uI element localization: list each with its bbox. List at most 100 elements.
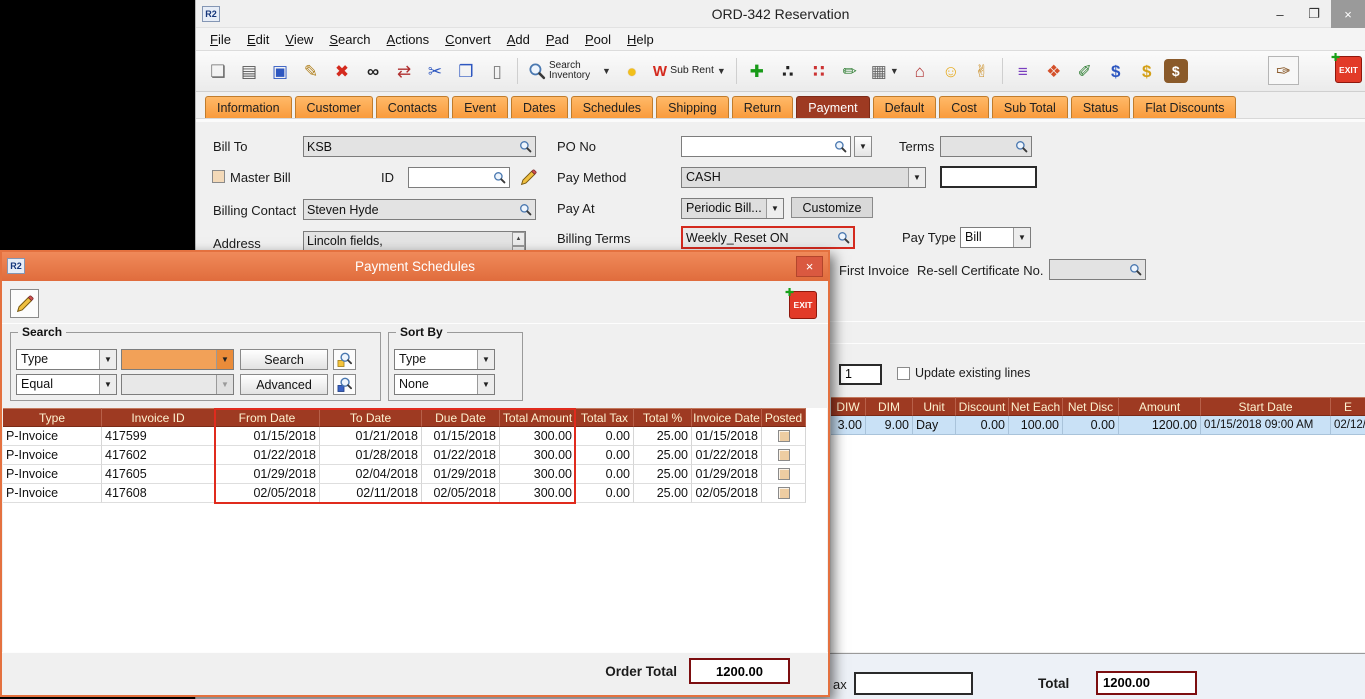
- column-header-to-date[interactable]: To Date: [320, 408, 422, 427]
- billing-contact-field[interactable]: Steven Hyde: [303, 199, 536, 220]
- purse-icon[interactable]: $: [1164, 59, 1188, 83]
- cell[interactable]: 300.00: [500, 465, 576, 484]
- cell[interactable]: 0.00: [576, 484, 634, 503]
- cell[interactable]: 300.00: [500, 446, 576, 465]
- quantity-field[interactable]: 1: [839, 364, 882, 385]
- advanced-icon-button[interactable]: [333, 374, 356, 395]
- search-value-combo[interactable]: ▼: [121, 349, 234, 370]
- chevron-down-icon[interactable]: ▼: [766, 199, 783, 218]
- print-icon[interactable]: ▤: [235, 57, 263, 85]
- new-document-icon[interactable]: ❏: [204, 57, 232, 85]
- cell[interactable]: 01/15/2018: [422, 427, 500, 446]
- cell[interactable]: 0.00: [576, 465, 634, 484]
- menu-convert[interactable]: Convert: [437, 30, 499, 49]
- sort-by-combo[interactable]: Type ▼: [394, 349, 495, 370]
- column-header-total-amount[interactable]: Total Amount: [500, 408, 576, 427]
- cell[interactable]: P-Invoice: [3, 484, 102, 503]
- column-header-invoice-id[interactable]: Invoice ID: [102, 408, 215, 427]
- brush-icon[interactable]: ✑: [1268, 56, 1299, 85]
- order-total-field[interactable]: 1200.00: [689, 658, 790, 684]
- cell[interactable]: 01/29/2018: [692, 465, 762, 484]
- delete-icon[interactable]: ✖: [328, 57, 356, 85]
- search-icon[interactable]: [837, 231, 850, 244]
- copy-icon[interactable]: ❒: [452, 57, 480, 85]
- edit-icon[interactable]: ✎: [297, 57, 325, 85]
- tab-contacts[interactable]: Contacts: [376, 96, 449, 118]
- column-header[interactable]: Net Each: [1009, 397, 1063, 416]
- search-icon[interactable]: [834, 140, 847, 153]
- menu-file[interactable]: File: [202, 30, 239, 49]
- menu-add[interactable]: Add: [499, 30, 538, 49]
- column-header-total-tax[interactable]: Total Tax: [576, 408, 634, 427]
- cell[interactable]: 9.00: [866, 416, 913, 435]
- chevron-down-icon[interactable]: ▼: [477, 375, 494, 394]
- table-menu-button[interactable]: ▦ ▼: [867, 55, 903, 87]
- cell[interactable]: 0.00: [956, 416, 1009, 435]
- id-field[interactable]: [408, 167, 510, 188]
- export-icon[interactable]: ⇄: [390, 57, 418, 85]
- schedule-row[interactable]: P-Invoice 417608 02/05/2018 02/11/2018 0…: [3, 484, 806, 503]
- search-icon[interactable]: [493, 171, 506, 184]
- cell[interactable]: 02/05/2018: [215, 484, 320, 503]
- chevron-down-icon[interactable]: ▼: [1013, 228, 1030, 247]
- tab-sub-total[interactable]: Sub Total: [992, 96, 1068, 118]
- cell[interactable]: 01/28/2018: [320, 446, 422, 465]
- menu-help[interactable]: Help: [619, 30, 662, 49]
- menu-pool[interactable]: Pool: [577, 30, 619, 49]
- cell[interactable]: 25.00: [634, 427, 692, 446]
- binoculars-icon[interactable]: ∞: [359, 57, 387, 85]
- chevron-down-icon[interactable]: ▼: [477, 350, 494, 369]
- column-header-type[interactable]: Type: [3, 408, 102, 427]
- search-inventory-button[interactable]: Search Inventory ▼: [524, 55, 615, 87]
- cell[interactable]: 417602: [102, 446, 215, 465]
- column-header[interactable]: E: [1331, 397, 1365, 416]
- dialog-edit-button[interactable]: [10, 289, 39, 318]
- lines-table-row[interactable]: 3.00 9.00 Day 0.00 100.00 0.00 1200.00 0…: [831, 416, 1365, 435]
- cube-icon[interactable]: ❖: [1040, 57, 1068, 85]
- tab-flat-discounts[interactable]: Flat Discounts: [1133, 96, 1236, 118]
- cut-icon[interactable]: ✂: [421, 57, 449, 85]
- posted-checkbox[interactable]: [778, 430, 790, 442]
- cell[interactable]: 01/15/2018 09:00 AM: [1201, 416, 1331, 435]
- cell[interactable]: 02/05/2018: [422, 484, 500, 503]
- cell[interactable]: P-Invoice: [3, 465, 102, 484]
- tab-default[interactable]: Default: [873, 96, 937, 118]
- cell[interactable]: 01/29/2018: [422, 465, 500, 484]
- cell[interactable]: 01/22/2018: [422, 446, 500, 465]
- minimize-button[interactable]: –: [1263, 0, 1297, 28]
- cell[interactable]: 417599: [102, 427, 215, 446]
- tab-customer[interactable]: Customer: [295, 96, 373, 118]
- cell[interactable]: 01/22/2018: [692, 446, 762, 465]
- tab-schedules[interactable]: Schedules: [571, 96, 653, 118]
- po-no-field[interactable]: [681, 136, 851, 157]
- save-icon[interactable]: ▣: [266, 57, 294, 85]
- po-no-dropdown-button[interactable]: ▼: [854, 136, 872, 157]
- total-field[interactable]: 1200.00: [1096, 671, 1197, 695]
- column-header[interactable]: Amount: [1119, 397, 1201, 416]
- cell[interactable]: 25.00: [634, 446, 692, 465]
- column-header-from-date[interactable]: From Date: [215, 408, 320, 427]
- posted-checkbox[interactable]: [778, 449, 790, 461]
- search-icon-button[interactable]: [333, 349, 356, 370]
- cell[interactable]: 02/12/2: [1331, 416, 1365, 435]
- column-header[interactable]: Net Disc: [1063, 397, 1119, 416]
- column-header-total-pct[interactable]: Total %: [634, 408, 692, 427]
- paste-icon[interactable]: ▯: [483, 57, 511, 85]
- cell[interactable]: 01/22/2018: [215, 446, 320, 465]
- org-chart-icon[interactable]: ⌂: [906, 57, 934, 85]
- menu-view[interactable]: View: [277, 30, 321, 49]
- schedule-row[interactable]: P-Invoice 417602 01/22/2018 01/28/2018 0…: [3, 446, 806, 465]
- tab-dates[interactable]: Dates: [511, 96, 568, 118]
- search-button[interactable]: Search: [240, 349, 328, 370]
- column-header[interactable]: Start Date: [1201, 397, 1331, 416]
- maximize-button[interactable]: ❐: [1297, 0, 1331, 28]
- cell[interactable]: 25.00: [634, 484, 692, 503]
- column-header-due-date[interactable]: Due Date: [422, 408, 500, 427]
- search-icon[interactable]: [519, 140, 532, 153]
- master-bill-checkbox[interactable]: [212, 170, 225, 183]
- write-note-icon[interactable]: ✏: [836, 57, 864, 85]
- schedule-row[interactable]: P-Invoice 417599 01/15/2018 01/21/2018 0…: [3, 427, 806, 446]
- smiley-icon[interactable]: ☺: [937, 57, 965, 85]
- add-icon[interactable]: ✚: [743, 57, 771, 85]
- pay-method-combo[interactable]: CASH ▼: [681, 167, 926, 188]
